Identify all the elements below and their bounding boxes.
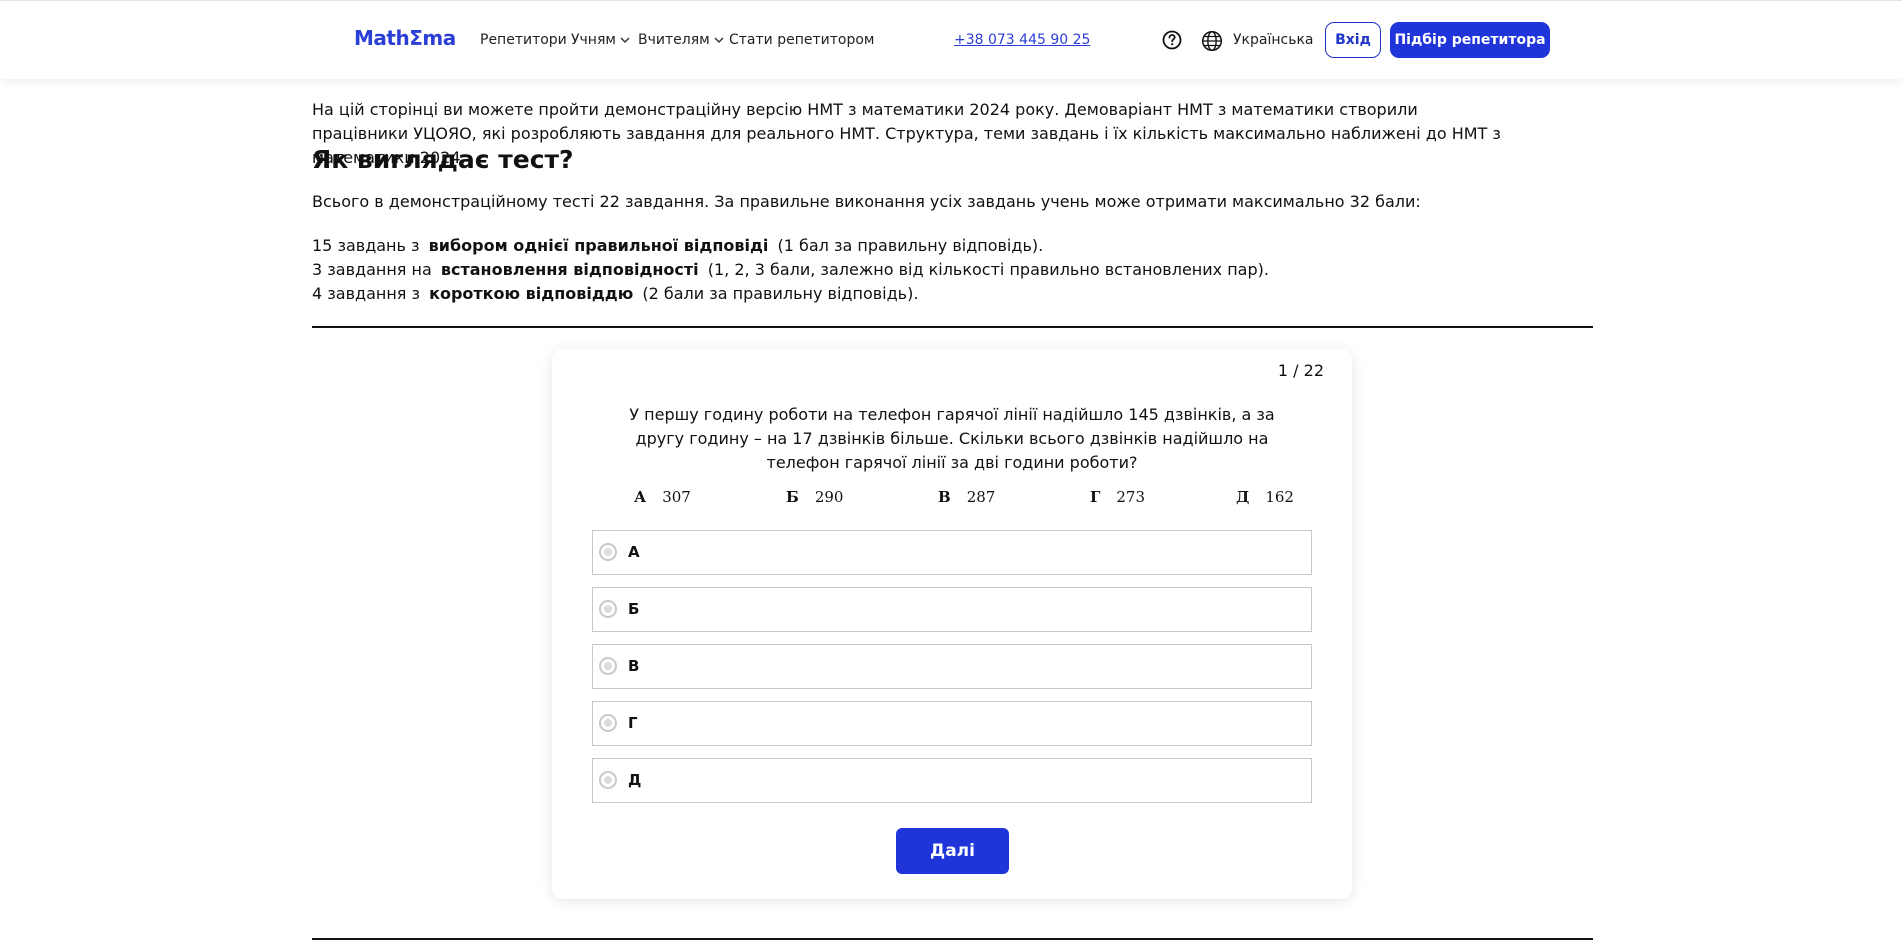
divider: [312, 938, 1593, 940]
radio-button[interactable]: [599, 600, 617, 618]
help-icon[interactable]: [1162, 30, 1182, 50]
choice-label: А: [628, 543, 640, 561]
divider: [312, 326, 1593, 328]
nav-students-label: Учням: [571, 32, 616, 48]
answer-option: В 287: [938, 488, 996, 506]
nav-tutors[interactable]: Репетитори: [480, 32, 567, 48]
choice-label: В: [628, 657, 640, 675]
answer-options: А 307 Б 290 В 287 Г 273 Д 162: [552, 488, 1352, 512]
nav-teachers[interactable]: Вчителям: [638, 32, 724, 48]
choice-v[interactable]: В: [592, 644, 1312, 689]
next-button[interactable]: Далі: [896, 828, 1009, 874]
answer-option: А 307: [634, 488, 691, 506]
chevron-down-icon: [714, 37, 724, 43]
nav-students[interactable]: Учням: [571, 32, 630, 48]
globe-icon[interactable]: [1201, 30, 1223, 52]
question-counter: 1 / 22: [1277, 361, 1324, 380]
answer-option: Б 290: [786, 488, 844, 506]
choice-label: Г: [628, 714, 638, 732]
list-item: 3 завдання на встановлення відповідності…: [312, 260, 1269, 279]
phone-link[interactable]: +38 073 445 90 25: [954, 32, 1090, 48]
radio-button[interactable]: [599, 657, 617, 675]
choice-a[interactable]: А: [592, 530, 1312, 575]
radio-button[interactable]: [599, 543, 617, 561]
choice-label: Д: [628, 771, 642, 789]
section-heading: Як виглядає тест?: [312, 145, 574, 174]
chevron-down-icon: [620, 37, 630, 43]
choice-d[interactable]: Д: [592, 758, 1312, 803]
choice-g[interactable]: Г: [592, 701, 1312, 746]
task-types-list: 15 завдань з вибором однієї правильної в…: [312, 234, 1269, 306]
nav-teachers-label: Вчителям: [638, 32, 710, 48]
login-button[interactable]: Вхід: [1325, 22, 1381, 58]
radio-button[interactable]: [599, 771, 617, 789]
quiz-card: 1 / 22 У першу годину роботи на телефон …: [552, 349, 1352, 899]
language-selector[interactable]: Українська: [1233, 32, 1313, 48]
list-item: 4 завдання з короткою відповіддю (2 бали…: [312, 284, 919, 303]
answer-option: Г 273: [1090, 488, 1145, 506]
answer-option: Д 162: [1236, 488, 1294, 506]
test-summary: Всього в демонстраційному тесті 22 завда…: [312, 192, 1421, 211]
nav-become-tutor[interactable]: Стати репетитором: [729, 32, 874, 48]
logo[interactable]: MathΣma: [354, 26, 456, 50]
choice-b[interactable]: Б: [592, 587, 1312, 632]
choice-label: Б: [628, 600, 640, 618]
tutor-match-button[interactable]: Підбір репетитора: [1390, 22, 1550, 58]
list-item: 15 завдань з вибором однієї правильної в…: [312, 236, 1044, 255]
question-text: У першу годину роботи на телефон гарячої…: [629, 405, 1275, 472]
site-header: MathΣma Репетитори Учням Вчителям Стати …: [0, 0, 1902, 79]
radio-button[interactable]: [599, 714, 617, 732]
